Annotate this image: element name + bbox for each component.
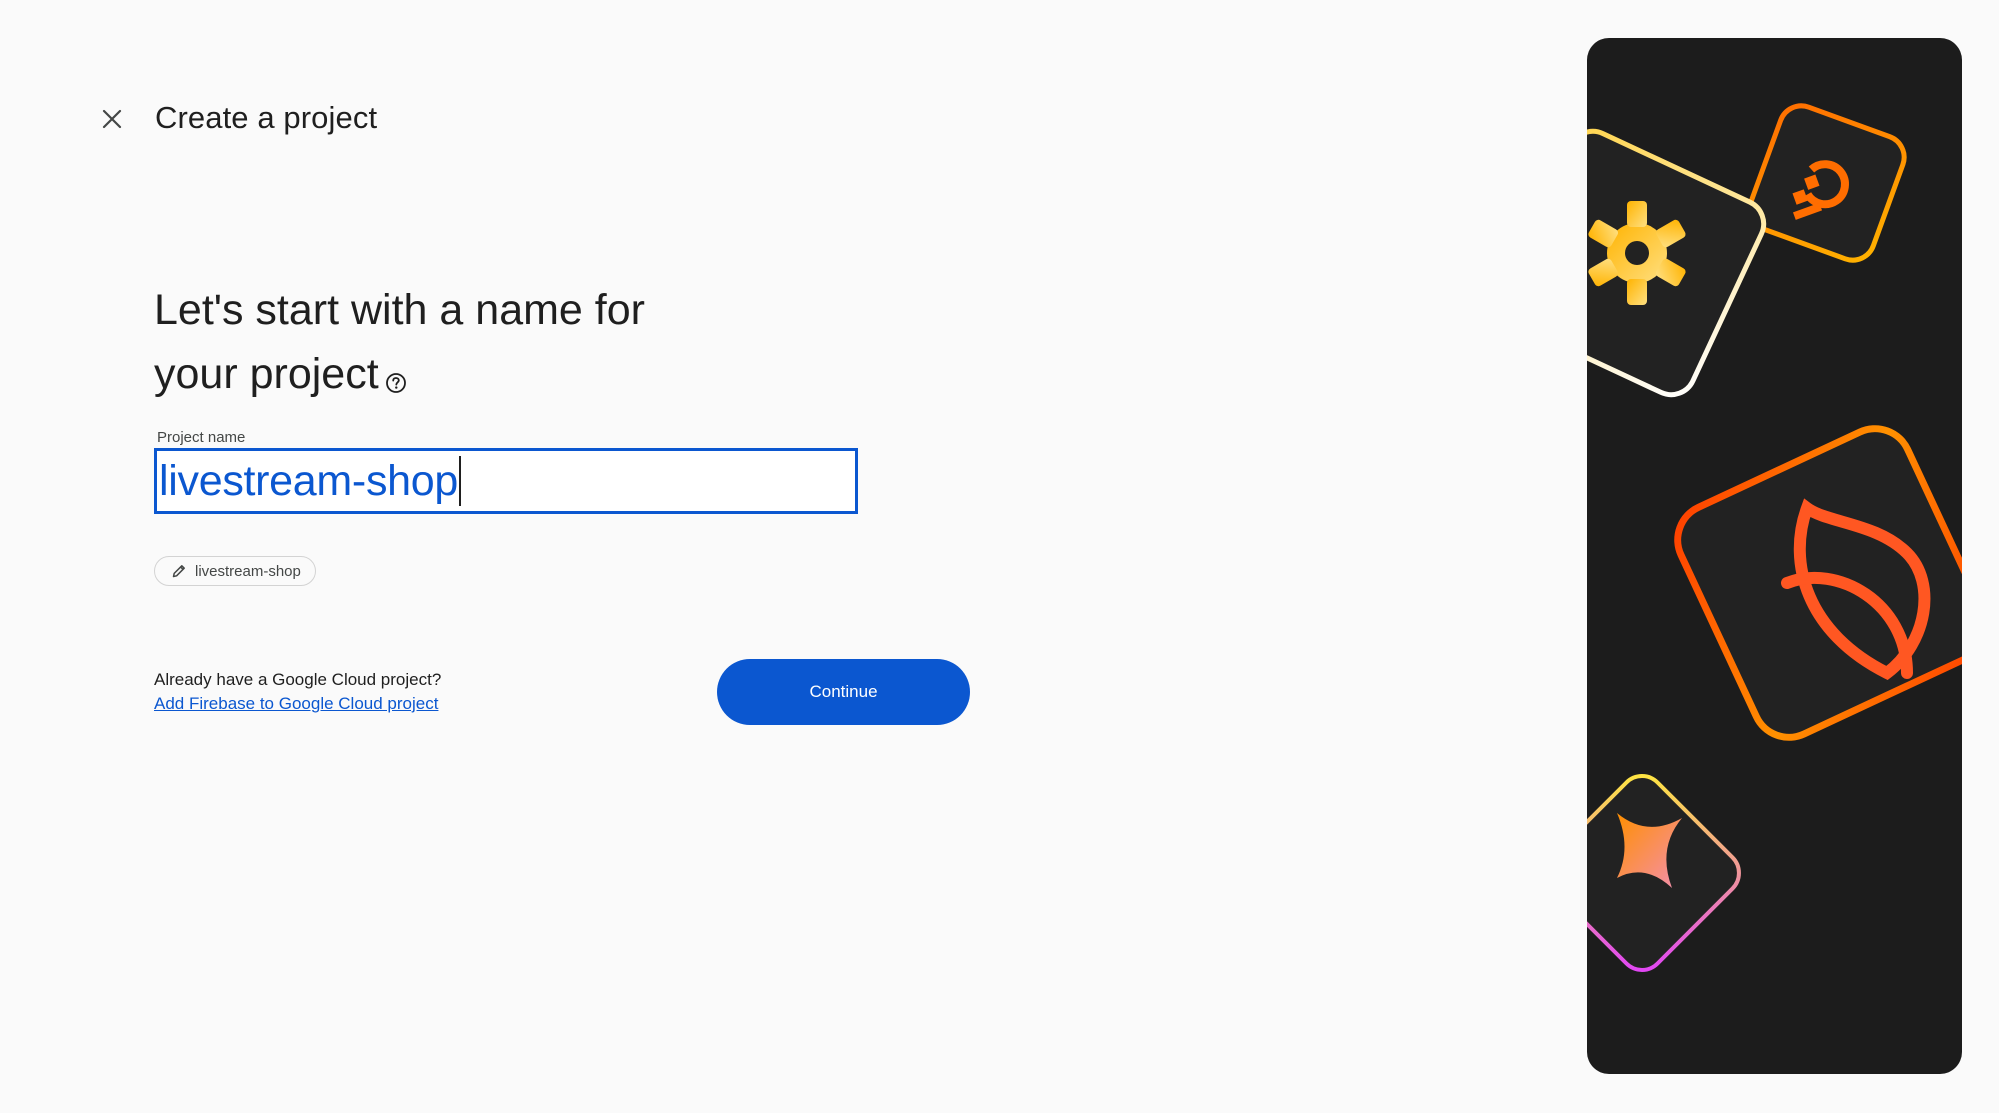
- name-heading: Let's start with a name for your project: [154, 278, 774, 406]
- heading-line-2: your project: [154, 342, 774, 406]
- sparkle-tile: [1587, 774, 1741, 972]
- leaf-tile: [1674, 425, 1962, 741]
- add-firebase-link[interactable]: Add Firebase to Google Cloud project: [154, 694, 438, 714]
- text-caret: [459, 456, 461, 506]
- project-id-text: livestream-shop: [195, 562, 301, 580]
- project-name-label: Project name: [157, 429, 246, 446]
- heading-line-1: Let's start with a name for: [154, 286, 645, 334]
- close-button[interactable]: [96, 103, 128, 135]
- close-icon: [102, 109, 122, 129]
- hero-illustration: [1587, 38, 1962, 1074]
- pencil-icon: [172, 565, 185, 578]
- page-title: Create a project: [155, 100, 378, 135]
- help-icon[interactable]: [385, 348, 407, 393]
- existing-project-prompt: Already have a Google Cloud project?: [154, 670, 442, 689]
- cog-tile: [1587, 128, 1767, 398]
- project-id-chip[interactable]: livestream-shop: [154, 556, 316, 586]
- project-name-input[interactable]: livestream-shop: [154, 448, 858, 514]
- heading-line-2-text: your project: [154, 350, 379, 398]
- project-name-value: livestream-shop: [159, 456, 458, 505]
- create-project-page: Create a project Let's start with a name…: [0, 0, 1999, 1113]
- analytics-tile: [1747, 103, 1907, 263]
- continue-button[interactable]: Continue: [717, 659, 970, 725]
